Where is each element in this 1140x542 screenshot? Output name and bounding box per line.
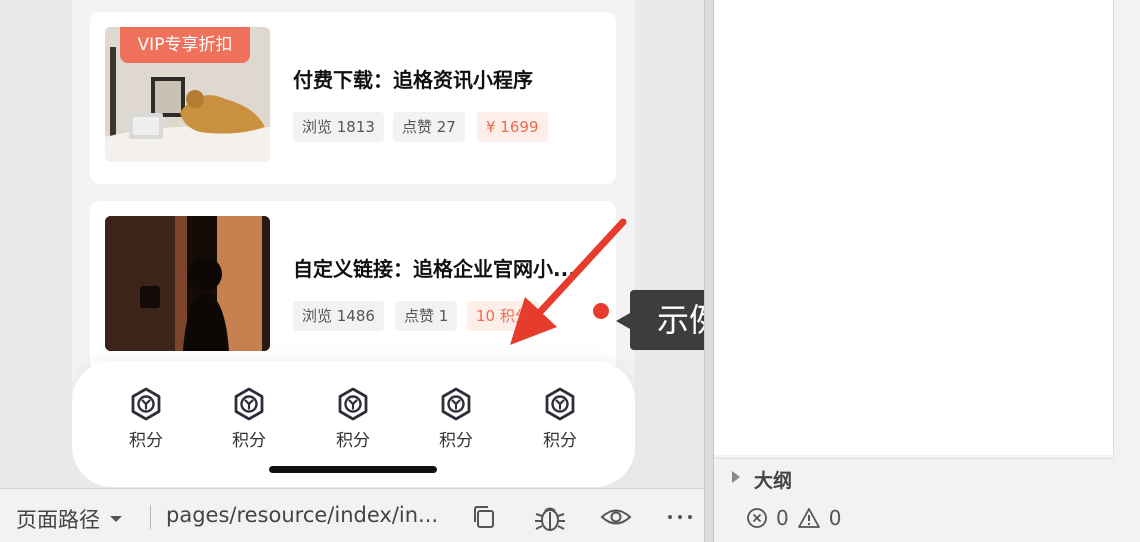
error-count: 0 — [776, 506, 789, 530]
error-circle-icon — [747, 508, 767, 528]
annotation-arrow-icon — [510, 218, 627, 345]
annotation-dot — [593, 303, 609, 319]
eye-icon[interactable] — [600, 503, 632, 531]
divider — [150, 505, 151, 529]
page-path-dropdown[interactable]: 页面路径 — [16, 504, 122, 534]
page-path-value: pages/resource/index/in... — [166, 503, 439, 527]
copy-icon[interactable] — [470, 503, 498, 531]
expand-triangle-icon[interactable] — [732, 471, 740, 483]
editor-area[interactable] — [714, 0, 1114, 455]
right-panel: 大纲 0 0 — [714, 0, 1140, 542]
warning-count: 0 — [828, 506, 842, 530]
outline-section[interactable]: 大纲 — [714, 458, 1114, 496]
panel-resize-handle[interactable] — [704, 0, 714, 542]
page-path-label: 页面路径 — [16, 508, 100, 532]
more-icon[interactable] — [666, 503, 694, 531]
bug-icon[interactable] — [533, 503, 567, 533]
outline-label: 大纲 — [754, 470, 793, 492]
problems-status[interactable]: 0 0 — [746, 503, 841, 533]
warning-triangle-icon — [797, 508, 820, 528]
bottom-status-bar: 页面路径 pages/resource/index/in... — [0, 488, 704, 542]
caret-down-icon — [110, 516, 122, 522]
simulator-area: VIP专享折扣 付费下载：追格资讯小程序 浏览 1813 点赞 27 ¥ 169… — [0, 0, 780, 488]
